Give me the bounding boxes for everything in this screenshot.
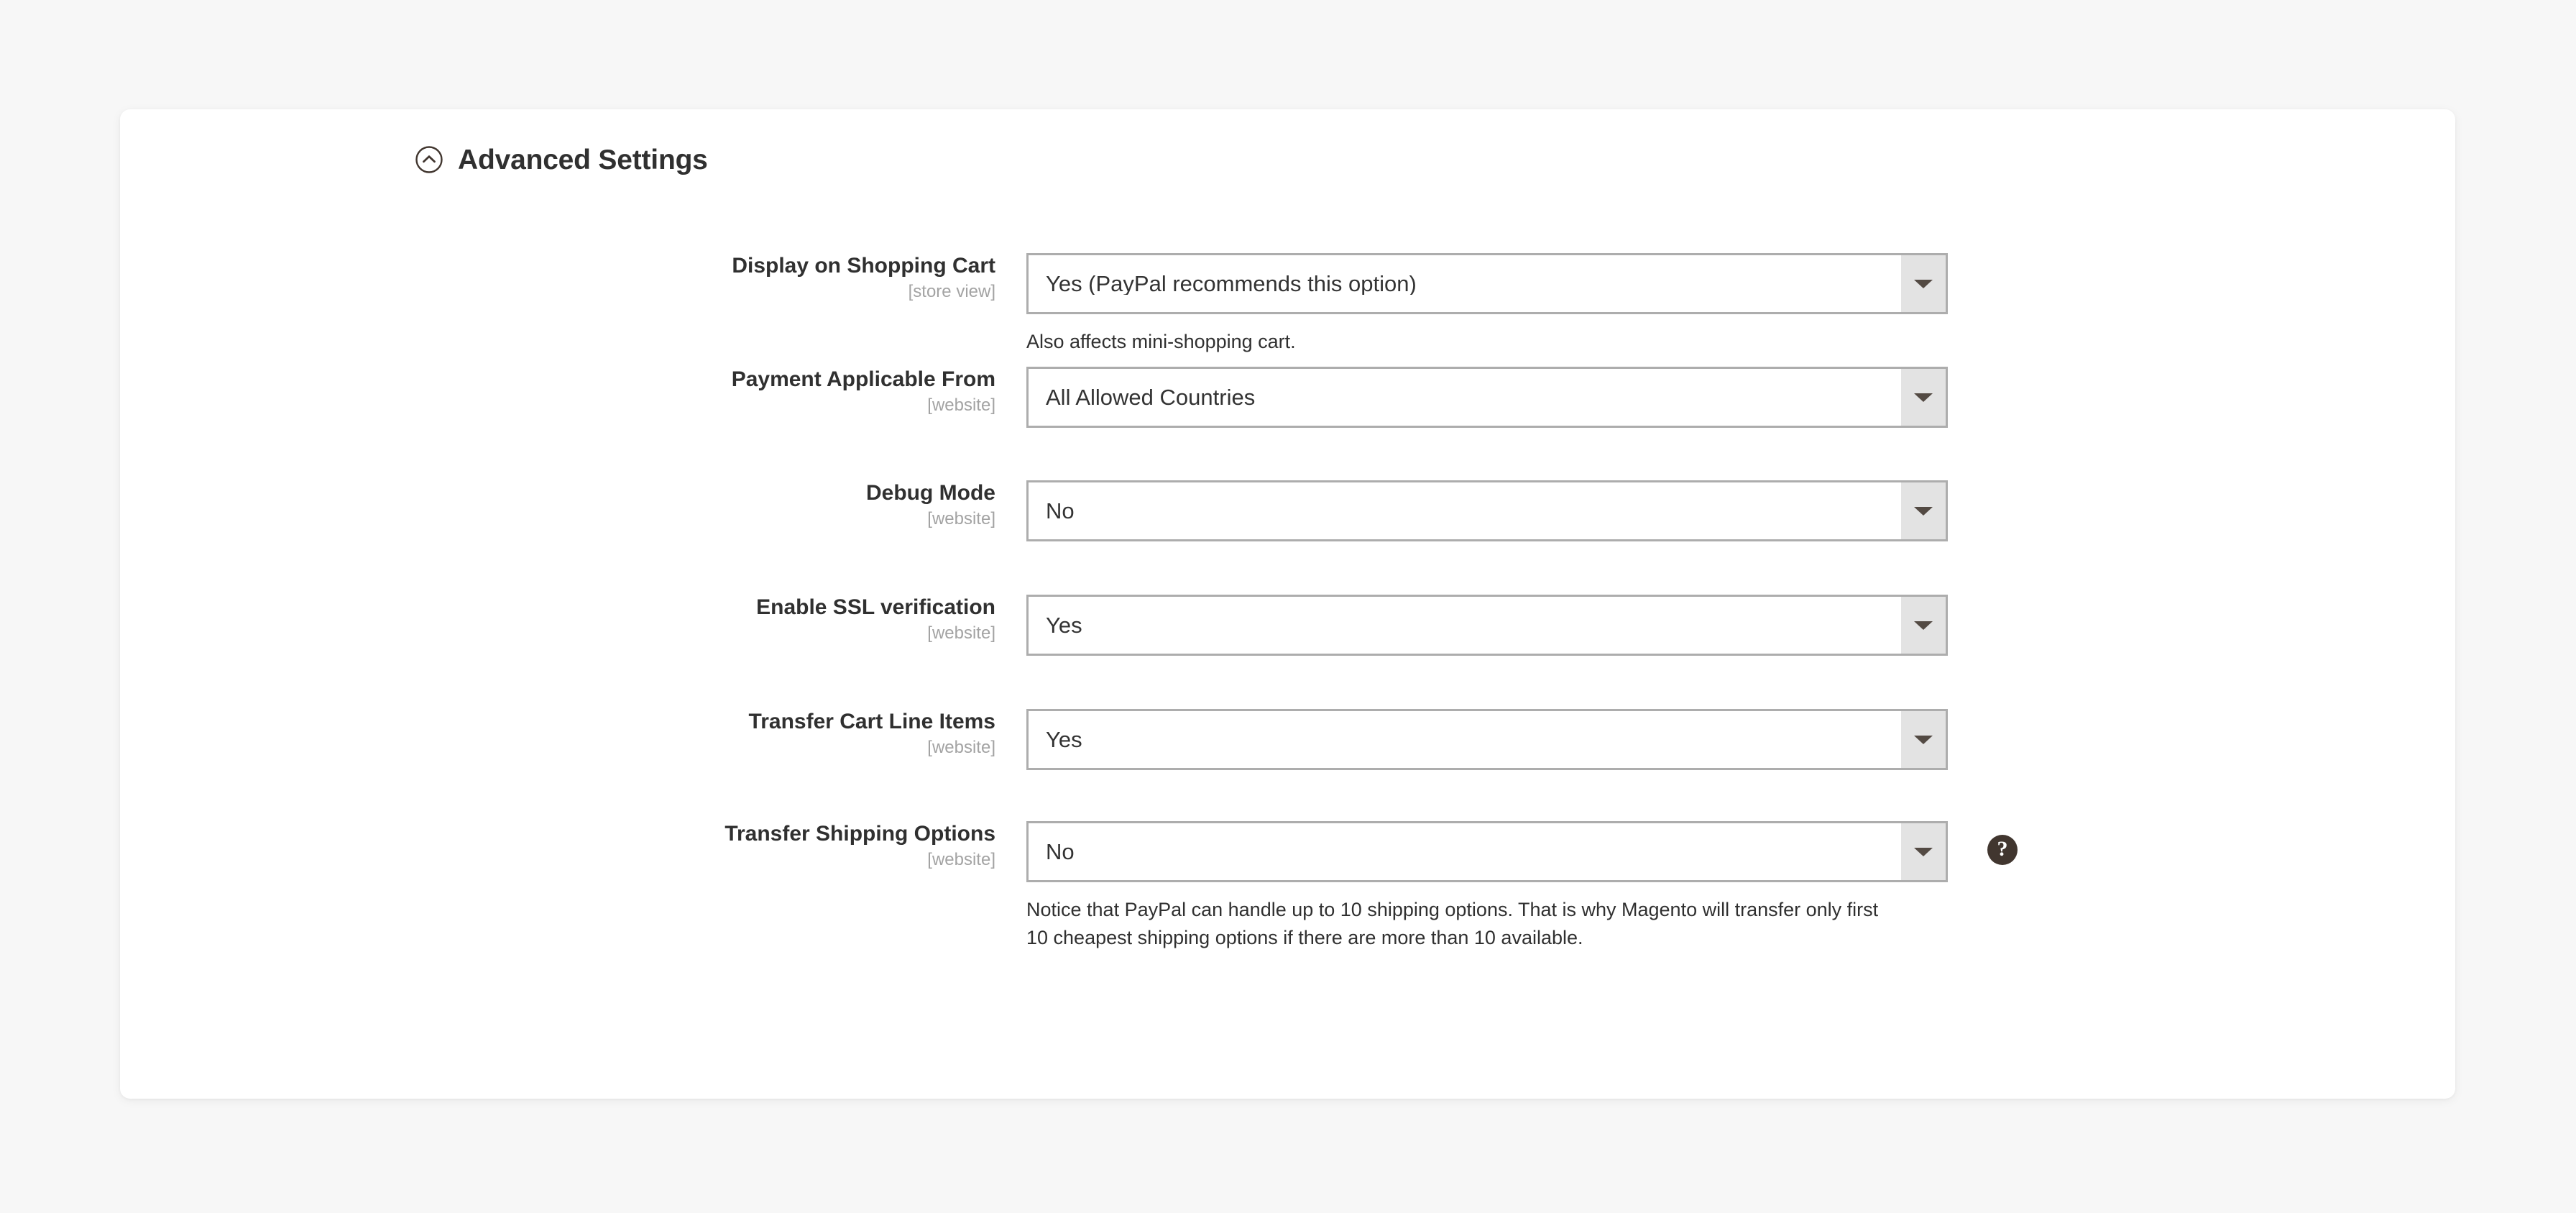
select-transfer-shipping-options[interactable]: No bbox=[1026, 821, 1948, 882]
field-label-group: Payment Applicable From [website] bbox=[120, 367, 995, 417]
field-scope-label: [website] bbox=[927, 850, 995, 870]
field-label-group: Transfer Cart Line Items [website] bbox=[120, 709, 995, 759]
field-label: Payment Applicable From bbox=[731, 367, 995, 391]
select-transfer-cart-line-items[interactable]: Yes bbox=[1026, 709, 1948, 770]
select-dropdown-button[interactable] bbox=[1901, 711, 1946, 768]
field-scope-label: [website] bbox=[927, 623, 995, 644]
field-label: Debug Mode bbox=[866, 481, 995, 505]
field-note: Notice that PayPal can handle up to 10 s… bbox=[1026, 899, 1879, 948]
field-label: Enable SSL verification bbox=[756, 595, 995, 619]
advanced-settings-panel: Advanced Settings Display on Shopping Ca… bbox=[120, 109, 2455, 1099]
field-scope-label: [website] bbox=[927, 738, 995, 758]
page-title: Advanced Settings bbox=[458, 144, 708, 175]
field-note: Also affects mini-shopping cart. bbox=[1026, 331, 1296, 352]
select-enable-ssl-verification[interactable]: Yes bbox=[1026, 595, 1948, 656]
field-scope-label: [website] bbox=[927, 395, 995, 416]
select-debug-mode[interactable]: No bbox=[1026, 480, 1948, 541]
select-value: No bbox=[1046, 500, 1075, 522]
chevron-down-icon bbox=[1914, 621, 1933, 630]
field-label: Transfer Cart Line Items bbox=[748, 710, 995, 733]
field-control-group: No ? Notice that PayPal can handle up to… bbox=[1026, 821, 2457, 951]
chevron-down-icon bbox=[1914, 847, 1933, 856]
field-label-group: Transfer Shipping Options [website] bbox=[120, 821, 995, 871]
select-value: Yes (PayPal recommends this option) bbox=[1046, 273, 1417, 295]
field-control-group: No bbox=[1026, 480, 2457, 541]
field-label: Transfer Shipping Options bbox=[724, 822, 995, 846]
select-dropdown-button[interactable] bbox=[1901, 597, 1946, 654]
field-scope-label: [store view] bbox=[908, 282, 995, 302]
help-icon[interactable]: ? bbox=[1987, 835, 2018, 865]
chevron-down-icon bbox=[1914, 735, 1933, 744]
field-label-group: Enable SSL verification [website] bbox=[120, 595, 995, 645]
field-label: Display on Shopping Cart bbox=[732, 254, 995, 278]
select-value: No bbox=[1046, 841, 1075, 863]
chevron-down-icon bbox=[1914, 279, 1933, 288]
select-dropdown-button[interactable] bbox=[1901, 482, 1946, 539]
select-dropdown-button[interactable] bbox=[1901, 369, 1946, 426]
field-label-group: Display on Shopping Cart [store view] bbox=[120, 253, 995, 303]
field-control-group: Yes bbox=[1026, 709, 2457, 770]
select-display-on-shopping-cart[interactable]: Yes (PayPal recommends this option) bbox=[1026, 253, 1948, 314]
chevron-up-circle-icon[interactable] bbox=[415, 145, 443, 174]
section-header[interactable]: Advanced Settings bbox=[415, 145, 708, 174]
select-value: Yes bbox=[1046, 614, 1082, 636]
select-dropdown-button[interactable] bbox=[1901, 823, 1946, 880]
select-dropdown-button[interactable] bbox=[1901, 255, 1946, 312]
select-value: All Allowed Countries bbox=[1046, 386, 1256, 408]
chevron-down-icon bbox=[1914, 506, 1933, 516]
select-value: Yes bbox=[1046, 728, 1082, 751]
field-label-group: Debug Mode [website] bbox=[120, 480, 995, 531]
select-payment-applicable-from[interactable]: All Allowed Countries bbox=[1026, 367, 1948, 428]
field-control-group: Yes bbox=[1026, 595, 2457, 656]
field-control-group: All Allowed Countries bbox=[1026, 367, 2457, 428]
chevron-down-icon bbox=[1914, 393, 1933, 402]
help-icon-glyph: ? bbox=[1997, 837, 2008, 861]
field-scope-label: [website] bbox=[927, 509, 995, 529]
page-root: Advanced Settings Display on Shopping Ca… bbox=[0, 0, 2576, 1213]
field-control-group: Yes (PayPal recommends this option) Also… bbox=[1026, 253, 2457, 356]
